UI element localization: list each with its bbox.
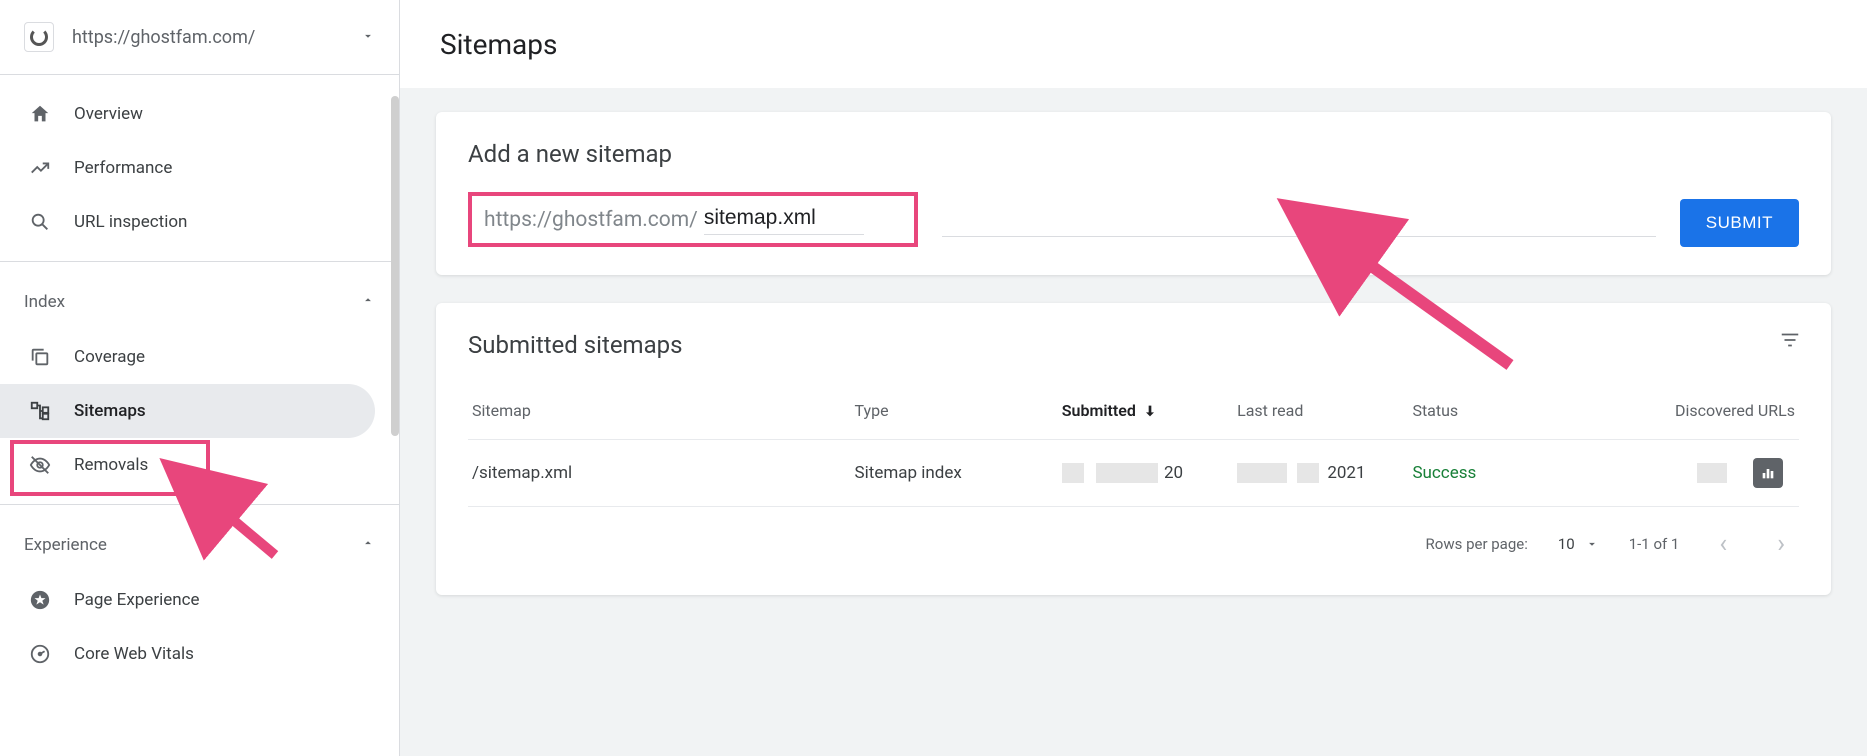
chart-button[interactable] xyxy=(1753,458,1783,488)
scrollbar-thumb[interactable] xyxy=(391,96,399,436)
sitemap-url-input[interactable] xyxy=(704,204,864,235)
cell-type: Sitemap index xyxy=(855,463,1062,483)
prev-page-button[interactable]: ‹ xyxy=(1709,525,1737,563)
sidebar-item-removals[interactable]: Removals xyxy=(0,438,375,492)
cell-sitemap: /sitemap.xml xyxy=(472,463,855,483)
sidebar-item-label: Page Experience xyxy=(74,590,200,610)
dropdown-icon xyxy=(361,28,375,47)
sidebar: https://ghostfam.com/ Overview Performan… xyxy=(0,0,400,756)
circle-star-icon xyxy=(28,589,52,611)
section-header-index[interactable]: Index xyxy=(0,274,399,330)
cell-discovered xyxy=(1604,458,1795,488)
cell-text: 2021 xyxy=(1327,463,1365,483)
sidebar-item-overview[interactable]: Overview xyxy=(0,87,375,141)
pagination-range: 1-1 of 1 xyxy=(1629,535,1680,553)
next-page-button[interactable]: › xyxy=(1767,525,1795,563)
url-prefix: https://ghostfam.com/ xyxy=(484,208,698,232)
redacted-block xyxy=(1237,463,1287,483)
col-sitemap[interactable]: Sitemap xyxy=(472,401,855,420)
table-row[interactable]: /sitemap.xml Sitemap index 20 2021 Succe… xyxy=(468,439,1799,506)
col-label: Submitted xyxy=(1062,401,1136,420)
submit-button[interactable]: SUBMIT xyxy=(1680,199,1799,247)
redacted-block xyxy=(1062,463,1084,483)
col-submitted[interactable]: Submitted xyxy=(1062,401,1237,420)
card-add-sitemap: Add a new sitemap https://ghostfam.com/ … xyxy=(436,112,1831,275)
cell-last-read: 2021 xyxy=(1237,463,1412,484)
filter-icon[interactable] xyxy=(1779,329,1801,355)
tree-icon xyxy=(28,400,52,422)
property-icon xyxy=(24,22,54,52)
section-header-experience[interactable]: Experience xyxy=(0,517,399,573)
input-underline xyxy=(942,236,1656,237)
sidebar-item-label: Performance xyxy=(74,158,172,178)
search-icon xyxy=(28,211,52,233)
property-selector[interactable]: https://ghostfam.com/ xyxy=(0,0,399,75)
chevron-up-icon xyxy=(361,292,375,312)
home-icon xyxy=(28,103,52,125)
section-label: Index xyxy=(24,292,65,312)
main-content: Sitemaps Add a new sitemap https://ghost… xyxy=(400,0,1867,756)
redacted-block xyxy=(1096,463,1158,483)
card-submitted-sitemaps: Submitted sitemaps Sitemap Type Submitte… xyxy=(436,303,1831,595)
sidebar-item-label: URL inspection xyxy=(74,212,187,232)
annotation-highlight-input: https://ghostfam.com/ xyxy=(468,192,918,247)
nav-section-index: Index Coverage Sitemaps Removals xyxy=(0,262,399,505)
sort-desc-icon xyxy=(1142,403,1158,419)
rows-per-page-label: Rows per page: xyxy=(1426,535,1528,553)
sidebar-item-url-inspection[interactable]: URL inspection xyxy=(0,195,375,249)
rows-value: 10 xyxy=(1558,535,1575,553)
bar-chart-icon xyxy=(1760,465,1776,481)
col-last-read[interactable]: Last read xyxy=(1237,401,1412,420)
sidebar-item-label: Overview xyxy=(74,104,143,124)
dropdown-icon xyxy=(1585,537,1599,551)
nav-top-section: Overview Performance URL inspection xyxy=(0,75,399,262)
table-header-row: Sitemap Type Submitted Last read Status … xyxy=(468,383,1799,439)
sidebar-item-page-experience[interactable]: Page Experience xyxy=(0,573,375,627)
sidebar-item-performance[interactable]: Performance xyxy=(0,141,375,195)
nav-section-experience: Experience Page Experience Core Web Vita… xyxy=(0,505,399,693)
cell-status: Success xyxy=(1412,463,1603,483)
page-title: Sitemaps xyxy=(400,0,1867,85)
cell-text: 20 xyxy=(1164,463,1183,483)
sidebar-item-core-web-vitals[interactable]: Core Web Vitals xyxy=(0,627,375,681)
card-title: Submitted sitemaps xyxy=(468,331,1799,359)
col-status[interactable]: Status xyxy=(1412,401,1603,420)
gauge-icon xyxy=(28,643,52,665)
sidebar-item-label: Coverage xyxy=(74,347,145,367)
sidebar-item-label: Sitemaps xyxy=(74,401,146,421)
sidebar-item-sitemaps[interactable]: Sitemaps xyxy=(0,384,375,438)
sidebar-item-coverage[interactable]: Coverage xyxy=(0,330,375,384)
redacted-block xyxy=(1297,463,1319,483)
sidebar-item-label: Removals xyxy=(74,455,148,475)
col-type[interactable]: Type xyxy=(855,401,1062,420)
content-area: Add a new sitemap https://ghostfam.com/ … xyxy=(400,88,1867,756)
col-discovered[interactable]: Discovered URLs xyxy=(1604,401,1795,420)
spinner-icon xyxy=(30,28,48,46)
rows-per-page-select[interactable]: 10 xyxy=(1558,535,1599,553)
table-pagination: Rows per page: 10 1-1 of 1 ‹ › xyxy=(468,506,1799,567)
section-label: Experience xyxy=(24,535,107,555)
add-sitemap-row: https://ghostfam.com/ SUBMIT xyxy=(468,192,1799,247)
chevron-up-icon xyxy=(361,535,375,555)
redacted-block xyxy=(1697,463,1727,483)
cell-submitted: 20 xyxy=(1062,463,1237,484)
sidebar-item-label: Core Web Vitals xyxy=(74,644,194,664)
trend-icon xyxy=(28,157,52,179)
card-title: Add a new sitemap xyxy=(468,140,1799,168)
property-url: https://ghostfam.com/ xyxy=(72,27,343,48)
eye-off-icon xyxy=(28,454,52,476)
copy-icon xyxy=(28,346,52,368)
